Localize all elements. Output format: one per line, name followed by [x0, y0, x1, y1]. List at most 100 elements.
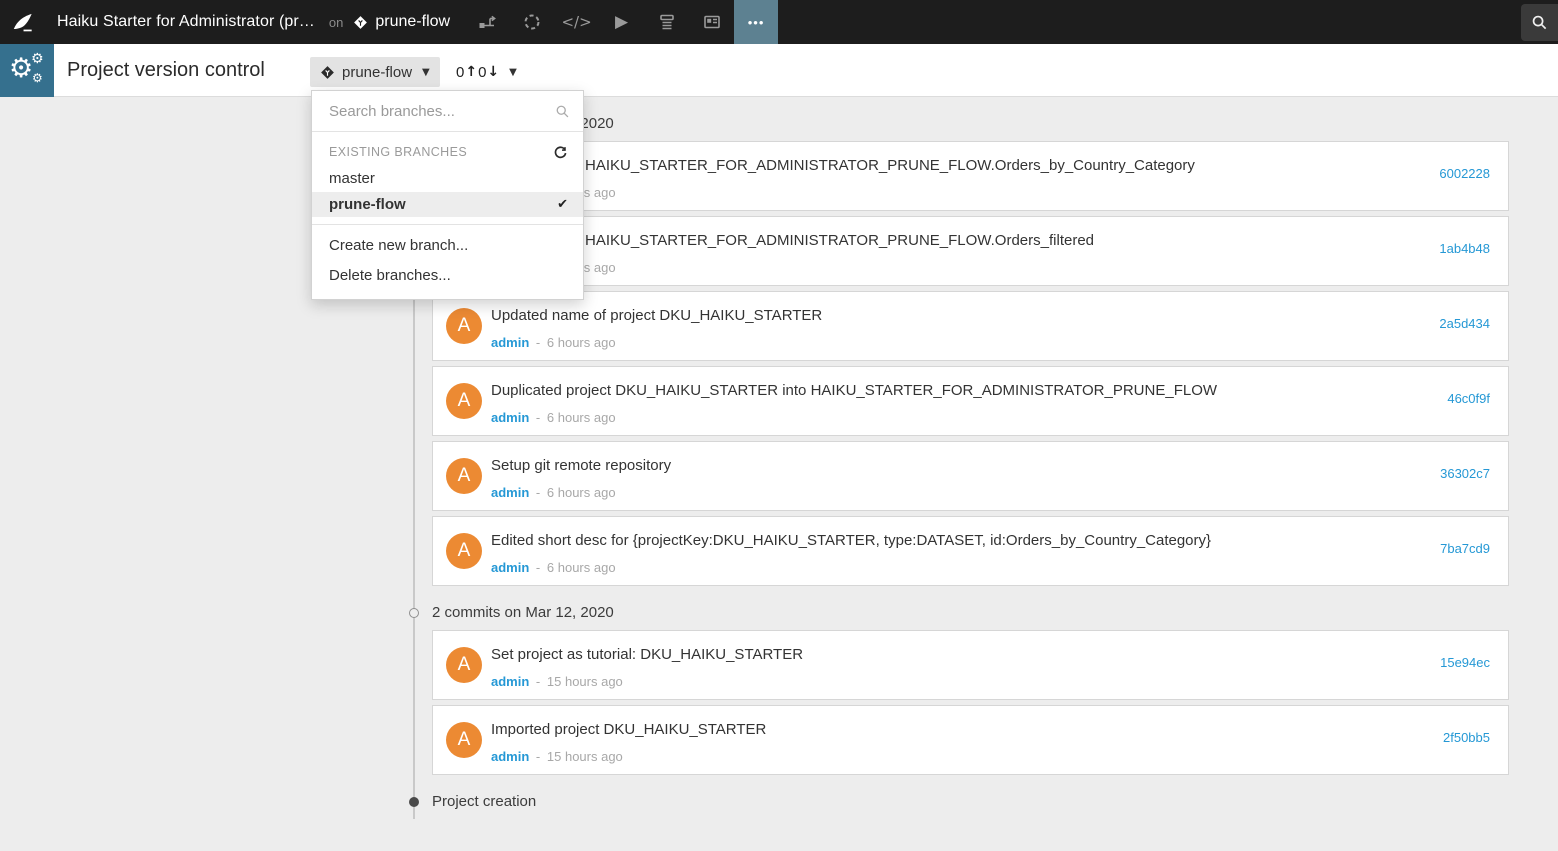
- branch-selector-button[interactable]: prune-flow ▼: [310, 57, 440, 87]
- navbar-project-title[interactable]: Haiku Starter for Administrator (pr…: [57, 13, 315, 31]
- commit-message: Imported project DKU_HAIKU_STARTER: [491, 721, 766, 738]
- commit-card[interactable]: A HAIKU_STARTER_FOR_ADMINISTRATOR_PRUNE_…: [432, 141, 1509, 211]
- commit-hash-link[interactable]: 2f50bb5: [1443, 730, 1490, 745]
- dashboard-icon[interactable]: [689, 0, 734, 44]
- git-branch-icon: [320, 65, 335, 80]
- commit-hash-link[interactable]: 36302c7: [1440, 466, 1490, 481]
- commit-time: 15 hours ago: [547, 749, 623, 764]
- project-creation-node: Project creation: [432, 792, 1509, 812]
- search-icon: [555, 104, 570, 124]
- page-header: ⚙ ⚙ ⚙ Project version control prune-flow…: [0, 44, 1558, 97]
- commit-meta: admin - 6 hours ago: [491, 335, 616, 350]
- project-creation-label: Project creation: [432, 793, 536, 810]
- branch-name: prune-flow: [329, 192, 406, 217]
- commit-card[interactable]: A Setup git remote repository admin - 6 …: [432, 441, 1509, 511]
- commit-author-link[interactable]: admin: [491, 410, 529, 425]
- commit-message: Setup git remote repository: [491, 457, 671, 474]
- dropdown-divider: [312, 224, 583, 225]
- search-icon: [1531, 14, 1548, 31]
- meta-separator: -: [536, 335, 540, 350]
- commit-meta: admin - 6 hours ago: [491, 485, 616, 500]
- commit-group-label: 2 commits on Mar 12, 2020: [432, 604, 614, 621]
- commit-message: Edited short desc for {projectKey:DKU_HA…: [491, 532, 1211, 549]
- navbar-branch-chip[interactable]: prune-flow: [353, 13, 450, 31]
- existing-branches-section: EXISTING BRANCHES: [312, 138, 583, 166]
- chevron-down-icon: ▼: [509, 67, 517, 78]
- avatar: A: [446, 533, 482, 569]
- avatar: A: [446, 308, 482, 344]
- navbar-on-label: on: [329, 15, 343, 30]
- commit-author-link[interactable]: admin: [491, 335, 529, 350]
- lab-icon[interactable]: [509, 0, 554, 44]
- ahead-count: 0: [456, 64, 464, 81]
- commit-card[interactable]: A Updated name of project DKU_HAIKU_STAR…: [432, 291, 1509, 361]
- meta-separator: -: [536, 560, 540, 575]
- commit-author-link[interactable]: admin: [491, 485, 529, 500]
- chevron-down-icon: ▼: [422, 67, 430, 78]
- navbar-branch-name: prune-flow: [375, 13, 450, 31]
- commit-group-header: 6 commits on Mar 13, 2020: [432, 114, 1509, 134]
- settings-tile[interactable]: ⚙ ⚙ ⚙: [0, 44, 54, 97]
- commit-meta: admin - 15 hours ago: [491, 674, 623, 689]
- avatar: A: [446, 722, 482, 758]
- commit-history-panel: 6 commits on Mar 13, 2020 A HAIKU_STARTE…: [0, 97, 1558, 851]
- git-branch-icon: [353, 15, 368, 30]
- code-icon[interactable]: </>: [554, 0, 599, 44]
- commit-message: Updated name of project DKU_HAIKU_STARTE…: [491, 307, 822, 324]
- gear-tiny-icon: ⚙: [32, 72, 43, 84]
- bird-icon: [10, 9, 36, 35]
- more-menu-button[interactable]: •••: [734, 0, 778, 44]
- delete-branches-item[interactable]: Delete branches...: [312, 261, 583, 291]
- branch-item-prune-flow[interactable]: prune-flow ✔: [312, 192, 583, 217]
- jobs-icon[interactable]: [644, 0, 689, 44]
- commit-time: 6 hours ago: [547, 485, 616, 500]
- commit-author-link[interactable]: admin: [491, 674, 529, 689]
- commit-hash-link[interactable]: 6002228: [1439, 166, 1490, 181]
- meta-separator: -: [536, 749, 540, 764]
- commit-time: 15 hours ago: [547, 674, 623, 689]
- commit-meta: admin - 15 hours ago: [491, 749, 623, 764]
- commit-hash-link[interactable]: 2a5d434: [1439, 316, 1490, 331]
- commit-card[interactable]: A Edited short desc for {projectKey:DKU_…: [432, 516, 1509, 586]
- meta-separator: -: [536, 674, 540, 689]
- avatar: A: [446, 647, 482, 683]
- gears-icon: ⚙: [9, 55, 33, 82]
- commit-card[interactable]: A Imported project DKU_HAIKU_STARTER adm…: [432, 705, 1509, 775]
- commit-message: HAIKU_STARTER_FOR_ADMINISTRATOR_PRUNE_FL…: [585, 232, 1094, 249]
- commit-card[interactable]: A HAIKU_STARTER_FOR_ADMINISTRATOR_PRUNE_…: [432, 216, 1509, 286]
- commit-hash-link[interactable]: 1ab4b48: [1439, 241, 1490, 256]
- commit-meta: admin - 6 hours ago: [491, 560, 616, 575]
- branch-selector-label: prune-flow: [342, 64, 412, 81]
- branch-dropdown: EXISTING BRANCHES master prune-flow ✔ Cr…: [311, 90, 584, 300]
- commit-card[interactable]: A Duplicated project DKU_HAIKU_STARTER i…: [432, 366, 1509, 436]
- top-navbar: Haiku Starter for Administrator (pr… on …: [0, 0, 1558, 44]
- arrow-up-icon: ↑: [465, 64, 477, 80]
- branch-search-input[interactable]: [312, 103, 583, 120]
- branch-name: master: [329, 166, 375, 192]
- commit-group-header: 2 commits on Mar 12, 2020: [432, 603, 1509, 623]
- commit-time: 6 hours ago: [547, 335, 616, 350]
- commit-message: HAIKU_STARTER_FOR_ADMINISTRATOR_PRUNE_FL…: [585, 157, 1195, 174]
- commit-message: Set project as tutorial: DKU_HAIKU_START…: [491, 646, 803, 663]
- refresh-icon[interactable]: [553, 145, 568, 160]
- flow-icon[interactable]: [464, 0, 509, 44]
- commit-author-link[interactable]: admin: [491, 749, 529, 764]
- commit-hash-link[interactable]: 7ba7cd9: [1440, 541, 1490, 556]
- commit-author-link[interactable]: admin: [491, 560, 529, 575]
- create-branch-item[interactable]: Create new branch...: [312, 231, 583, 261]
- page-title: Project version control: [67, 59, 265, 82]
- search-button[interactable]: [1521, 4, 1558, 41]
- behind-count: 0: [478, 64, 486, 81]
- commit-hash-link[interactable]: 46c0f9f: [1447, 391, 1490, 406]
- meta-separator: -: [536, 485, 540, 500]
- commit-message: Duplicated project DKU_HAIKU_STARTER int…: [491, 382, 1217, 399]
- git-sync-counter[interactable]: 0 ↑ 0 ↓ ▼: [456, 57, 517, 87]
- avatar: A: [446, 458, 482, 494]
- commit-timeline-content: 6 commits on Mar 13, 2020 A HAIKU_STARTE…: [432, 97, 1509, 812]
- commit-card[interactable]: A Set project as tutorial: DKU_HAIKU_STA…: [432, 630, 1509, 700]
- branch-item-master[interactable]: master: [312, 166, 583, 192]
- existing-branches-label: EXISTING BRANCHES: [329, 145, 467, 159]
- dataiku-logo-icon[interactable]: [0, 0, 46, 44]
- play-icon[interactable]: ▶: [599, 0, 644, 44]
- commit-hash-link[interactable]: 15e94ec: [1440, 655, 1490, 670]
